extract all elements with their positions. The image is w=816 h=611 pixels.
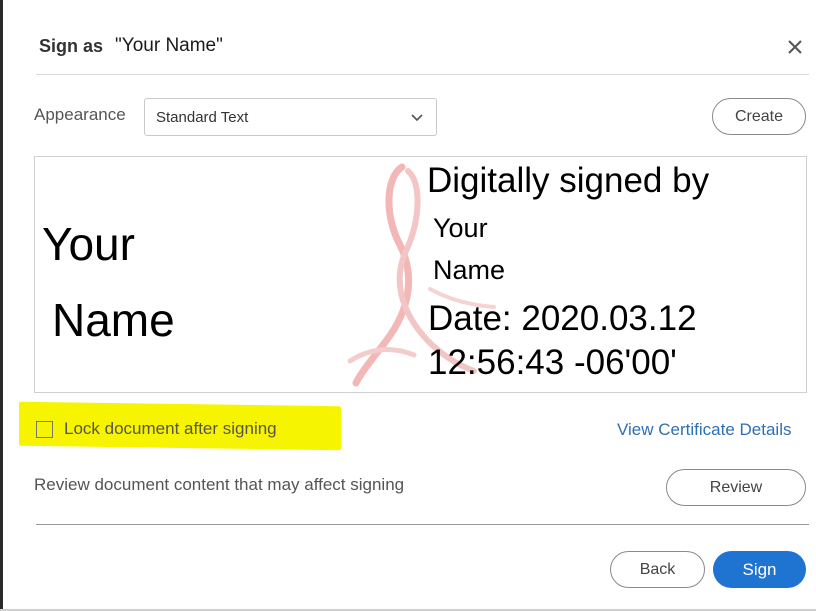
close-button[interactable] bbox=[784, 36, 806, 58]
digitally-signed-heading: Digitally signed by bbox=[427, 161, 710, 200]
dialog-title: Sign as "Your Name" bbox=[39, 30, 311, 62]
signature-time: 12:56:43 -06'00' bbox=[428, 343, 677, 382]
lock-document-checkbox[interactable] bbox=[36, 420, 53, 438]
signature-name-line2: Name bbox=[52, 294, 175, 346]
back-button[interactable]: Back bbox=[610, 551, 705, 588]
appearance-dropdown[interactable]: Standard Text bbox=[144, 98, 437, 136]
appearance-label: Appearance bbox=[34, 105, 126, 124]
create-button[interactable]: Create bbox=[712, 98, 806, 135]
signature-date: Date: 2020.03.12 bbox=[428, 299, 697, 338]
chevron-down-icon bbox=[410, 110, 424, 124]
signature-preview: Your Name Digitally signed by Your Name … bbox=[34, 156, 807, 393]
header-divider bbox=[36, 74, 809, 75]
close-icon bbox=[788, 40, 802, 54]
signer-name: "Your Name" bbox=[111, 33, 311, 59]
sign-button[interactable]: Sign bbox=[713, 551, 806, 588]
signed-by-name-line1: Your bbox=[433, 213, 488, 243]
review-description: Review document content that may affect … bbox=[34, 475, 405, 494]
lock-document-option[interactable]: Lock document after signing bbox=[36, 419, 277, 439]
signature-name-line1: Your bbox=[42, 218, 135, 270]
sign-as-label: Sign as bbox=[39, 35, 104, 56]
view-certificate-details-link[interactable]: View Certificate Details bbox=[617, 420, 791, 440]
appearance-selected-value: Standard Text bbox=[156, 109, 249, 126]
review-button[interactable]: Review bbox=[666, 469, 806, 506]
footer-divider bbox=[36, 524, 809, 525]
sign-dialog: Sign as "Your Name" Appearance Standard … bbox=[3, 0, 816, 609]
lock-document-label: Lock document after signing bbox=[64, 419, 277, 438]
signed-by-name-line2: Name bbox=[433, 255, 506, 285]
